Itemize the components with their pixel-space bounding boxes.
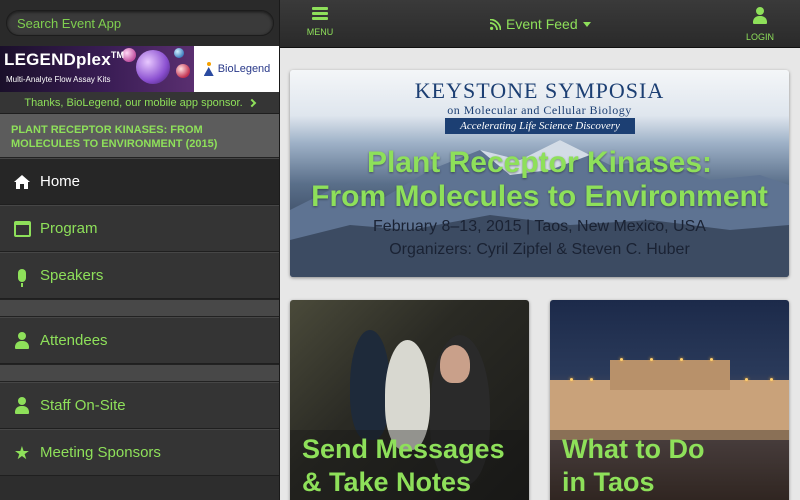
menu-label: MENU <box>306 27 334 37</box>
sidebar-item-label: Home <box>40 173 81 190</box>
sidebar-item-speakers[interactable]: Speakers <box>0 252 279 299</box>
menu-button[interactable]: MENU <box>302 7 338 43</box>
sidebar-item-label: Attendees <box>40 332 108 349</box>
sidebar-item-label: Program <box>40 220 98 237</box>
top-bar: MENU Event Feed LOGIN <box>280 0 800 48</box>
messages-card-title: Send Messages & Take Notes <box>302 433 505 499</box>
event-hero-title-line2: From Molecules to Environment <box>311 180 768 213</box>
messages-card-title-line2: & Take Notes <box>302 467 472 497</box>
sidebar-item-staff-on-site[interactable]: Staff On-Site <box>0 382 279 429</box>
login-button[interactable]: LOGIN <box>740 7 780 43</box>
user-icon <box>12 396 32 416</box>
sidebar: LEGENDplexTM Multi-Analyte Flow Assay Ki… <box>0 0 280 500</box>
search-bar <box>0 0 279 46</box>
nav-divider <box>0 364 279 382</box>
person-face <box>440 345 470 383</box>
taos-card-title-line2: in Taos <box>562 467 655 497</box>
sidebar-item-program[interactable]: Program <box>0 205 279 252</box>
bead-graphic <box>176 64 190 78</box>
messages-notes-card[interactable]: Send Messages & Take Notes <box>290 300 529 500</box>
sidebar-item-label: Staff On-Site <box>40 397 126 414</box>
sponsor-thanks-link[interactable]: Thanks, BioLegend, our mobile app sponso… <box>0 92 279 114</box>
event-dates: February 8–13, 2015 | Taos, New Mexico, … <box>373 218 706 235</box>
sidebar-item-attendees[interactable]: Attendees <box>0 317 279 364</box>
adobe-building <box>610 360 730 390</box>
event-organizers: Organizers: Cyril Zipfel & Steven C. Hub… <box>389 241 690 258</box>
app-root: LEGENDplexTM Multi-Analyte Flow Assay Ki… <box>0 0 800 500</box>
taos-activities-card[interactable]: What to Do in Taos <box>550 300 789 500</box>
sidebar-item-home[interactable]: Home <box>0 158 279 205</box>
home-icon <box>12 172 32 192</box>
main-content: KEYSTONE SYMPOSIA on Molecular and Cellu… <box>280 48 800 500</box>
sidebar-item-label: Meeting Sponsors <box>40 444 161 461</box>
sponsor-thanks-text: Thanks, BioLegend, our mobile app sponso… <box>24 96 243 109</box>
rss-icon <box>490 18 501 30</box>
event-title: PLANT RECEPTOR KINASES: FROM MOLECULES T… <box>0 114 279 158</box>
sidebar-item-label: Speakers <box>40 267 104 284</box>
keystone-logo-text: KEYSTONE SYMPOSIA <box>414 78 665 103</box>
event-hero-title-line1: Plant Receptor Kinases: <box>366 146 713 179</box>
trademark-mark: TM <box>110 50 125 60</box>
calendar-icon <box>12 219 32 239</box>
hamburger-icon <box>312 7 328 20</box>
taos-card-title-line1: What to Do <box>562 434 705 464</box>
search-input[interactable] <box>6 10 274 36</box>
nav-divider <box>0 299 279 317</box>
caret-down-icon <box>582 21 591 27</box>
taos-card-title: What to Do in Taos <box>562 433 704 499</box>
login-label: LOGIN <box>745 32 774 42</box>
keystone-tagline: Accelerating Life Science Discovery <box>445 118 635 134</box>
sponsor-brand-name: BioLegend <box>217 63 271 75</box>
sponsor-banner-subtitle: Multi-Analyte Flow Assay Kits <box>6 75 111 84</box>
event-feed-label: Event Feed <box>506 16 578 32</box>
bead-graphic <box>174 48 184 58</box>
person-photo <box>350 330 390 440</box>
microphone-icon <box>12 266 32 287</box>
keystone-subtitle: on Molecular and Cellular Biology <box>447 103 632 117</box>
sidebar-item-meeting-sponsors[interactable]: ★ Meeting Sponsors <box>0 429 279 476</box>
event-feed-dropdown[interactable]: Event Feed <box>490 15 591 33</box>
star-icon: ★ <box>13 442 31 463</box>
user-icon <box>752 7 768 25</box>
event-hero-title: Plant Receptor Kinases: From Molecules t… <box>290 146 789 214</box>
user-icon <box>12 331 32 351</box>
chevron-right-icon <box>247 98 256 107</box>
bead-graphic <box>136 50 170 84</box>
sponsor-banner-title: LEGENDplexTM <box>4 50 125 69</box>
sponsor-banner[interactable]: LEGENDplexTM Multi-Analyte Flow Assay Ki… <box>0 46 279 92</box>
messages-card-title-line1: Send Messages <box>302 434 505 464</box>
biolegend-logo-icon <box>203 62 215 76</box>
sponsor-banner-image: LEGENDplexTM Multi-Analyte Flow Assay Ki… <box>0 46 194 92</box>
sponsor-logo: BioLegend <box>194 46 279 92</box>
event-hero-banner[interactable]: KEYSTONE SYMPOSIA on Molecular and Cellu… <box>290 70 789 277</box>
